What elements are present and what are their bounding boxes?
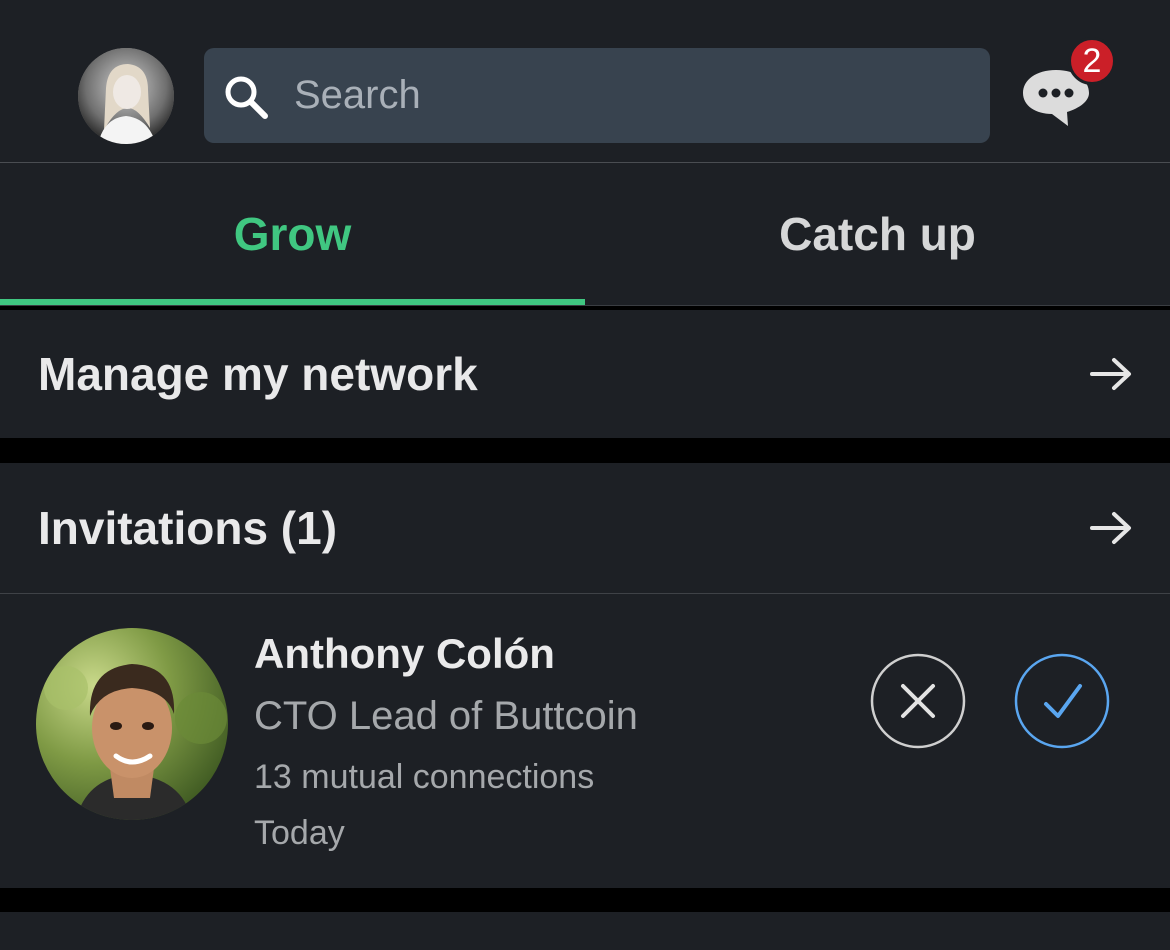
checkmark-icon (1044, 684, 1082, 718)
manage-network-row[interactable]: Manage my network (0, 310, 1170, 438)
selected-tab-indicator (0, 299, 585, 305)
invitee-avatar[interactable] (36, 628, 228, 820)
invitations-header[interactable]: Invitations (1) (0, 463, 1170, 594)
top-bar: 2 (0, 0, 1170, 163)
next-card (0, 912, 1170, 950)
ignore-button[interactable] (870, 653, 966, 749)
tab-catch-up[interactable]: Catch up (585, 163, 1170, 305)
invitations-card: Invitations (1) Anthony Colón CTO Lead o… (0, 463, 1170, 888)
invitation-time: Today (254, 814, 345, 852)
message-count-badge: 2 (1068, 37, 1116, 85)
search-bar[interactable] (204, 48, 990, 143)
arrow-right-icon (1090, 358, 1131, 390)
invitee-headline: CTO Lead of Buttcoin (254, 694, 638, 738)
mutual-connections[interactable]: 13 mutual connections (254, 758, 594, 797)
accept-button[interactable] (1014, 653, 1110, 749)
tab-bar: Grow Catch up (0, 163, 1170, 306)
invitations-title: Invitations (1) (38, 502, 338, 554)
manage-network-label: Manage my network (38, 348, 478, 400)
arrow-right-icon (1090, 512, 1131, 544)
my-network-screen: 2 Grow Catch up Manage my network Invita… (0, 0, 1170, 950)
profile-avatar[interactable] (78, 48, 174, 144)
close-icon (901, 684, 935, 718)
invitee-name[interactable]: Anthony Colón (254, 630, 555, 678)
profile-photo (78, 48, 174, 144)
tab-grow[interactable]: Grow (0, 163, 585, 305)
search-input[interactable] (294, 48, 974, 143)
invitee-photo (36, 628, 228, 820)
search-icon (225, 76, 268, 119)
invitation-item: Anthony Colón CTO Lead of Buttcoin 13 mu… (0, 594, 1170, 888)
